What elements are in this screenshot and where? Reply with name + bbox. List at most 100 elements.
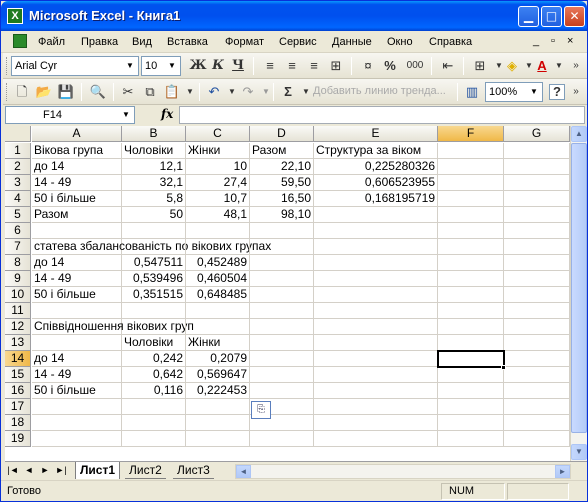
cell-c16[interactable]: 0,222453 (186, 383, 250, 399)
cell-e17[interactable] (314, 399, 438, 415)
chevron-down-icon[interactable]: ▼ (550, 57, 568, 75)
toolbar-options-icon[interactable]: » (567, 83, 585, 101)
doc-restore-icon[interactable]: ▫ (551, 35, 555, 47)
row-header-10[interactable]: 10 (5, 287, 31, 303)
align-right-icon[interactable]: ≡ (305, 57, 323, 75)
cell-b3[interactable]: 32,1 (122, 175, 186, 191)
sheet-tab-1[interactable]: Лист1 (75, 462, 121, 479)
scroll-up-button[interactable]: ▲ (571, 126, 587, 142)
sheet-tab-3[interactable]: Лист3 (173, 462, 214, 479)
cell-g14[interactable] (504, 351, 570, 367)
column-header-g[interactable]: G (504, 126, 570, 142)
row-header-15[interactable]: 15 (5, 367, 31, 383)
cell-f19[interactable] (438, 431, 504, 447)
italic-button[interactable]: К (209, 57, 227, 75)
last-sheet-button[interactable]: ►| (55, 464, 67, 477)
zoom-select[interactable]: 100% ▼ (485, 82, 543, 102)
cell-a10[interactable]: 50 і більше (32, 287, 122, 303)
menu-file[interactable]: Файл (38, 36, 65, 48)
align-left-icon[interactable]: ≡ (261, 57, 279, 75)
cell-e1[interactable]: Структура за віком (314, 143, 438, 159)
cell-d7[interactable] (250, 239, 314, 255)
menu-window[interactable]: Окно (387, 36, 413, 48)
cell-d16[interactable] (250, 383, 314, 399)
cell-e12[interactable] (314, 319, 438, 335)
cell-e10[interactable] (314, 287, 438, 303)
undo-icon[interactable]: ↶ (205, 83, 223, 101)
row-header-3[interactable]: 3 (5, 175, 31, 191)
active-cell-selection[interactable] (437, 350, 505, 368)
menu-data[interactable]: Данные (332, 36, 372, 48)
cell-g16[interactable] (504, 383, 570, 399)
cell-a16[interactable]: 50 і більше (32, 383, 122, 399)
maximize-button[interactable]: □ (541, 6, 562, 27)
chevron-down-icon[interactable]: ▼ (181, 83, 199, 101)
cell-a11[interactable] (32, 303, 122, 319)
cell-e6[interactable] (314, 223, 438, 239)
font-size-select[interactable]: 10 ▼ (141, 56, 181, 76)
cut-icon[interactable]: ✂ (119, 83, 137, 101)
row-header-6[interactable]: 6 (5, 223, 31, 239)
horizontal-scrollbar[interactable]: ◄ ► (235, 464, 571, 479)
cell-b2[interactable]: 12,1 (122, 159, 186, 175)
cell-c14[interactable]: 0,2079 (186, 351, 250, 367)
select-all-button[interactable] (5, 126, 31, 142)
cell-d6[interactable] (250, 223, 314, 239)
cell-f1[interactable] (438, 143, 504, 159)
cell-g4[interactable] (504, 191, 570, 207)
column-header-b[interactable]: B (122, 126, 186, 142)
cell-a7[interactable]: статева збалансованість по вікових група… (32, 239, 271, 255)
cell-e19[interactable] (314, 431, 438, 447)
paste-options-icon[interactable]: ⎘ (251, 401, 271, 419)
cell-e3[interactable]: 0,606523955 (314, 175, 438, 191)
row-header-13[interactable]: 13 (5, 335, 31, 351)
row-header-1[interactable]: 1 (5, 143, 31, 159)
cell-f2[interactable] (438, 159, 504, 175)
toolbar-grip[interactable] (6, 57, 9, 75)
cell-d13[interactable] (250, 335, 314, 351)
cell-a1[interactable]: Вікова група (32, 143, 122, 159)
column-header-d[interactable]: D (250, 126, 314, 142)
workbook-icon[interactable] (13, 34, 27, 48)
percent-button[interactable]: % (381, 57, 399, 75)
cell-f8[interactable] (438, 255, 504, 271)
cell-f7[interactable] (438, 239, 504, 255)
cell-d19[interactable] (250, 431, 314, 447)
cell-c11[interactable] (186, 303, 250, 319)
cell-f5[interactable] (438, 207, 504, 223)
cell-d10[interactable] (250, 287, 314, 303)
cell-g8[interactable] (504, 255, 570, 271)
insert-function-button[interactable]: fx (161, 107, 173, 121)
cell-f17[interactable] (438, 399, 504, 415)
cell-b10[interactable]: 0,351515 (122, 287, 186, 303)
cell-a17[interactable] (32, 399, 122, 415)
cell-d3[interactable]: 59,50 (250, 175, 314, 191)
cell-g17[interactable] (504, 399, 570, 415)
fill-handle[interactable] (501, 365, 506, 370)
row-header-19[interactable]: 19 (5, 431, 31, 447)
cell-b1[interactable]: Чоловіки (122, 143, 186, 159)
cell-g13[interactable] (504, 335, 570, 351)
cell-e7[interactable] (314, 239, 438, 255)
menu-tools[interactable]: Сервис (279, 36, 317, 48)
cell-a5[interactable]: Разом (32, 207, 122, 223)
cell-e4[interactable]: 0,168195719 (314, 191, 438, 207)
toolbar-options-icon[interactable]: » (567, 57, 585, 75)
close-button[interactable]: ✕ (564, 6, 585, 27)
chevron-down-icon[interactable]: ▼ (119, 108, 133, 122)
cell-c6[interactable] (186, 223, 250, 239)
sheet-tab-2[interactable]: Лист2 (125, 462, 166, 479)
column-header-e[interactable]: E (314, 126, 438, 142)
menu-view[interactable]: Вид (132, 36, 152, 48)
cell-c10[interactable]: 0,648485 (186, 287, 250, 303)
scroll-down-button[interactable]: ▼ (571, 444, 587, 460)
cell-a13[interactable] (32, 335, 122, 351)
font-color-icon[interactable]: A (533, 57, 551, 75)
scroll-left-button[interactable]: ◄ (236, 465, 251, 478)
cell-c12[interactable] (186, 319, 250, 335)
cell-g12[interactable] (504, 319, 570, 335)
cell-c15[interactable]: 0,569647 (186, 367, 250, 383)
cell-a12[interactable]: Співвідношення вікових груп (32, 319, 194, 335)
cell-g1[interactable] (504, 143, 570, 159)
cell-f11[interactable] (438, 303, 504, 319)
